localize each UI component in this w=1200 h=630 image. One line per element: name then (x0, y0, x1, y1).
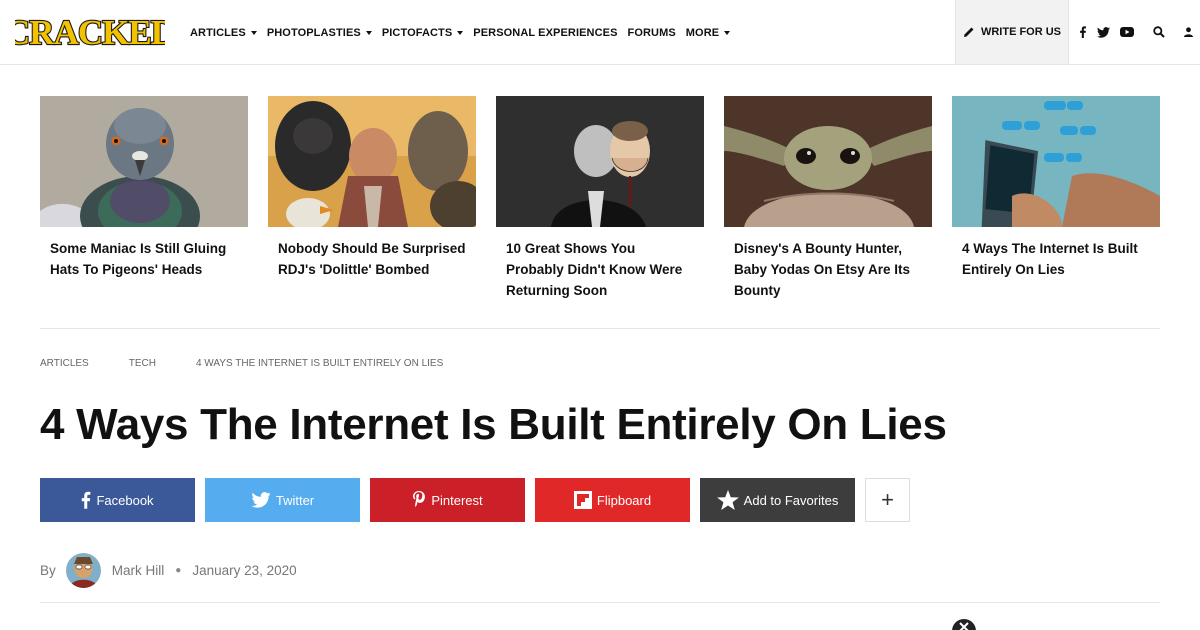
nav-label: MORE (685, 26, 720, 39)
featured-title: Disney's A Bounty Hunter, Baby Yodas On … (734, 241, 911, 298)
logo-text: CRACKED (15, 13, 165, 51)
section-divider (40, 328, 1160, 329)
nav-label: FORUMS (627, 26, 676, 39)
nav-personal-experiences[interactable]: PERSONAL EXPERIENCES (473, 27, 617, 39)
nav-label: ARTICLES (190, 26, 246, 39)
cracked-logo[interactable]: CRACKED (15, 13, 165, 51)
write-for-us-button[interactable]: WRITE FOR US (955, 0, 1069, 64)
pencil-icon (963, 27, 974, 37)
byline-prefix: By (40, 563, 56, 578)
nav-forums[interactable]: FORUMS (628, 27, 676, 39)
site-header: CRACKED ARTICLES PHOTOPLASTIES PICTOFACT… (0, 0, 1200, 65)
user-icon[interactable] (1184, 27, 1193, 37)
flipboard-icon (573, 491, 592, 509)
featured-card[interactable]: 10 Great Shows You Probably Didn't Know … (496, 96, 704, 301)
main-nav: ARTICLES PHOTOPLASTIES PICTOFACTS PERSON… (190, 0, 740, 65)
featured-card[interactable]: 4 Ways The Internet Is Built Entirely On… (952, 96, 1160, 301)
author-avatar[interactable] (65, 553, 101, 588)
facebook-icon (82, 491, 91, 509)
breadcrumb-articles[interactable]: ARTICLES (40, 358, 89, 369)
share-twitter-button[interactable]: Twitter (205, 478, 360, 522)
twitter-icon (251, 492, 271, 508)
share-flipboard-button[interactable]: Flipboard (535, 478, 690, 522)
pinterest-icon (413, 491, 426, 507)
dolittle-thumbnail (268, 96, 476, 227)
saul-thumbnail (496, 96, 704, 227)
share-label: Facebook (96, 492, 154, 508)
nav-label: PICTOFACTS (381, 26, 453, 39)
caret-down-icon (365, 30, 372, 35)
share-pinterest-button[interactable]: Pinterest (370, 478, 525, 522)
byline-divider (40, 602, 1160, 603)
caret-down-icon (250, 30, 257, 35)
featured-title: 10 Great Shows You Probably Didn't Know … (506, 241, 683, 298)
breadcrumb-tech[interactable]: TECH (129, 358, 156, 369)
featured-card[interactable]: Disney's A Bounty Hunter, Baby Yodas On … (724, 96, 932, 301)
featured-title: 4 Ways The Internet Is Built Entirely On… (962, 241, 1138, 277)
share-label: Pinterest (431, 492, 483, 508)
featured-articles: Some Maniac Is Still Gluing Hats To Pige… (40, 96, 1160, 301)
nav-more[interactable]: MORE (685, 26, 731, 39)
byline-separator: ● (175, 565, 182, 576)
header-social-links (1074, 0, 1198, 64)
breadcrumb-current: 4 WAYS THE INTERNET IS BUILT ENTIRELY ON… (195, 358, 444, 369)
featured-card[interactable]: Some Maniac Is Still Gluing Hats To Pige… (40, 96, 248, 301)
featured-card[interactable]: Nobody Should Be Surprised RDJ's 'Dolitt… (268, 96, 476, 301)
nav-articles[interactable]: ARTICLES (190, 27, 257, 39)
article-date: January 23, 2020 (192, 563, 297, 578)
featured-title: Nobody Should Be Surprised RDJ's 'Dolitt… (278, 241, 466, 277)
facebook-icon[interactable] (1079, 26, 1087, 38)
author-name[interactable]: Mark Hill (112, 563, 165, 578)
add-to-favorites-button[interactable]: Add to Favorites (700, 478, 855, 522)
pigeon-thumbnail (40, 96, 248, 227)
featured-title: Some Maniac Is Still Gluing Hats To Pige… (50, 241, 227, 277)
phone-likes-thumbnail (952, 96, 1160, 227)
nav-label: PHOTOPLASTIES (266, 26, 361, 39)
nav-photoplasties[interactable]: PHOTOPLASTIES (267, 27, 372, 39)
more-share-button[interactable]: + (865, 478, 910, 522)
caret-down-icon (724, 30, 731, 35)
breadcrumb: ARTICLES TECH 4 WAYS THE INTERNET IS BUI… (40, 358, 443, 369)
youtube-icon[interactable] (1120, 27, 1134, 37)
nav-label: PERSONAL EXPERIENCES (473, 26, 618, 39)
share-facebook-button[interactable]: Facebook (40, 478, 195, 522)
caret-down-icon (457, 30, 464, 35)
share-bar: Facebook Twitter Pinterest Flipboard Add… (40, 478, 920, 522)
nav-pictofacts[interactable]: PICTOFACTS (381, 26, 464, 39)
share-label: Add to Favorites (743, 492, 839, 508)
baby-yoda-thumbnail (724, 96, 932, 227)
search-icon[interactable] (1153, 26, 1165, 38)
article-byline: By Mark Hill ● January 23, 2020 (40, 553, 297, 588)
share-label: Flipboard (596, 492, 652, 508)
write-for-us-label: WRITE FOR US (980, 26, 1062, 38)
close-icon[interactable] (952, 619, 976, 630)
article-title: 4 Ways The Internet Is Built Entirely On… (40, 400, 947, 449)
star-icon (716, 490, 739, 510)
share-label: Twitter (275, 492, 315, 508)
twitter-icon[interactable] (1097, 26, 1110, 38)
